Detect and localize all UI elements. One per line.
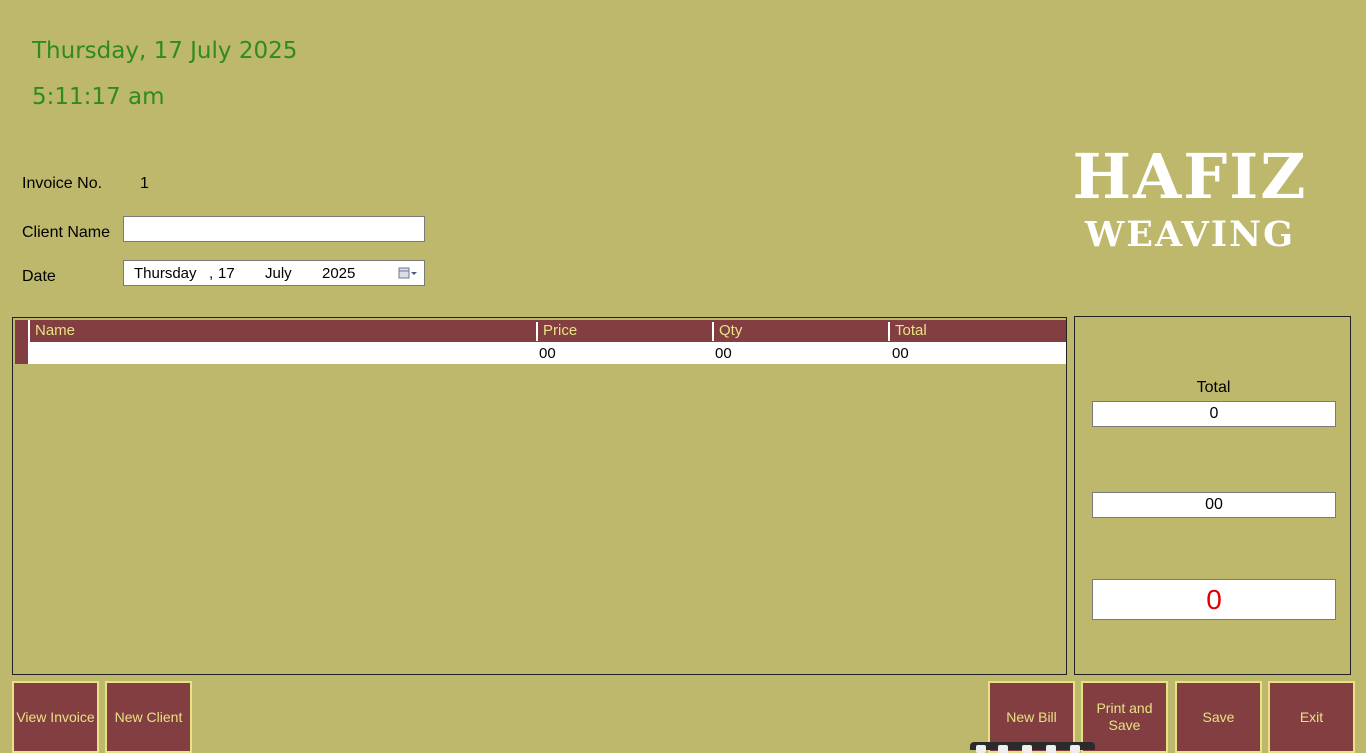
column-separator <box>712 322 714 341</box>
cell-qty[interactable]: 00 <box>715 345 732 362</box>
row-selector[interactable] <box>15 342 28 364</box>
column-header-qty[interactable]: Qty <box>719 322 742 339</box>
column-separator <box>888 322 890 341</box>
calendar-dropdown-icon[interactable] <box>398 266 418 284</box>
window-icon[interactable] <box>1046 745 1056 753</box>
screen-icon[interactable] <box>1022 745 1032 753</box>
date-label: Date <box>22 268 56 285</box>
row-header-corner <box>15 320 30 342</box>
exit-button[interactable]: Exit <box>1268 681 1355 753</box>
grid-header: Name Price Qty Total <box>15 320 1066 342</box>
current-date: Thursday, 17 July 2025 <box>32 38 298 64</box>
pen-icon[interactable] <box>976 745 986 753</box>
items-grid[interactable]: Name Price Qty Total 00 00 00 <box>12 317 1067 675</box>
column-header-name[interactable]: Name <box>35 322 75 339</box>
date-picker[interactable]: Thursday , 17 July 2025 <box>123 260 425 286</box>
date-weekday: Thursday <box>134 265 197 282</box>
cell-total[interactable]: 00 <box>892 345 909 362</box>
invoice-no-label: Invoice No. <box>22 175 103 192</box>
grand-total-field[interactable]: 0 <box>1092 579 1336 620</box>
client-name-input[interactable] <box>123 216 425 242</box>
cell-price[interactable]: 00 <box>539 345 556 362</box>
date-separator: , <box>209 265 214 282</box>
date-day: 17 <box>218 265 235 282</box>
save-button[interactable]: Save <box>1175 681 1262 753</box>
floating-toolbar[interactable] <box>970 742 1095 753</box>
column-header-total[interactable]: Total <box>895 322 927 339</box>
settings-icon[interactable] <box>1070 745 1080 753</box>
column-separator <box>536 322 538 341</box>
new-client-button[interactable]: New Client <box>105 681 192 753</box>
view-invoice-button[interactable]: View Invoice <box>12 681 99 753</box>
totals-panel: Total 0 00 0 <box>1074 316 1351 675</box>
client-name-label: Client Name <box>22 224 111 241</box>
total-field[interactable]: 0 <box>1092 401 1336 427</box>
column-header-price[interactable]: Price <box>543 322 577 339</box>
current-time: 5:11:17 am <box>32 84 165 110</box>
print-and-save-button[interactable]: Print and Save <box>1081 681 1168 753</box>
table-row[interactable]: 00 00 00 <box>15 342 1066 364</box>
logo-line2: WEAVING <box>1084 214 1295 255</box>
pointer-icon[interactable] <box>998 745 1008 753</box>
date-year: 2025 <box>322 265 356 282</box>
secondary-amount-field[interactable]: 00 <box>1092 492 1336 518</box>
totals-title: Total <box>1196 379 1231 396</box>
date-month: July <box>265 265 292 282</box>
logo-line1: HAFIZ <box>1072 140 1308 213</box>
invoice-no-value: 1 <box>140 175 149 192</box>
